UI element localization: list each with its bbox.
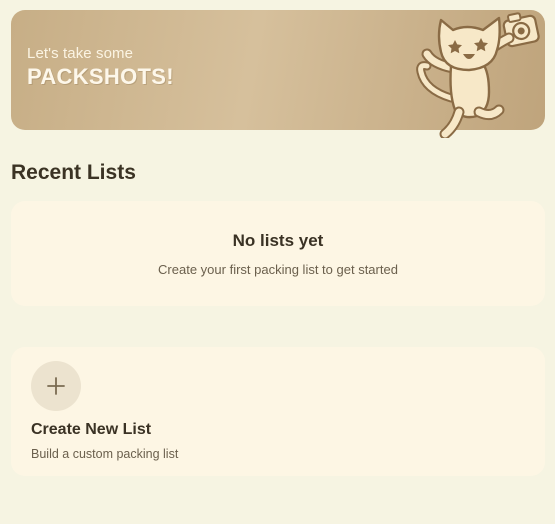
recent-lists-heading: Recent Lists (11, 161, 136, 184)
create-new-list-subtitle: Build a custom packing list (31, 447, 179, 461)
cat-with-camera-icon (416, 12, 540, 138)
create-new-list-card[interactable]: Create New List Build a custom packing l… (11, 347, 545, 476)
hero-tagline: Let's take some (27, 45, 134, 62)
create-new-list-title: Create New List (31, 421, 152, 438)
hero-banner: Let's take some PACKSHOTS! (11, 10, 545, 138)
plus-icon (47, 377, 65, 395)
empty-state-title: No lists yet (232, 231, 324, 250)
empty-state-card: No lists yet Create your first packing l… (11, 201, 545, 306)
empty-state-subtitle: Create your first packing list to get st… (158, 262, 398, 277)
hero-headline: PACKSHOTS! (27, 64, 174, 89)
plus-icon-circle[interactable] (31, 361, 81, 411)
page: Let's take some PACKSHOTS! Recent Lists … (0, 0, 555, 524)
